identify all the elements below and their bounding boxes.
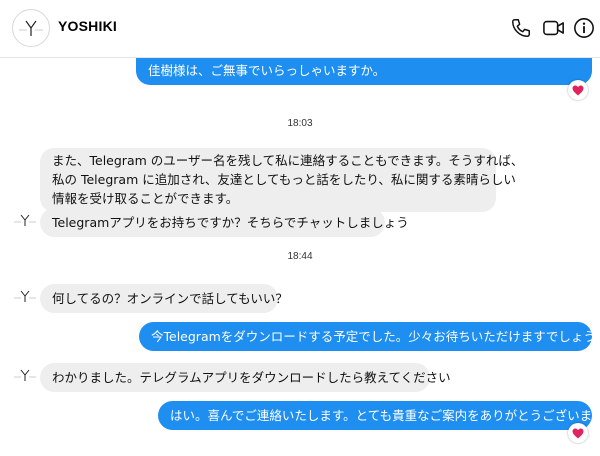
logo-icon [14, 290, 36, 302]
incoming-message[interactable]: 何してるの？オンラインで話してもいい？ [40, 284, 288, 313]
heart-icon [572, 85, 584, 95]
heart-reaction[interactable] [568, 423, 588, 443]
message-line: 情報を受け取ることができます。 [52, 191, 239, 206]
message-line: 私の Telegram に追加され、友達としてもっと話をしたり、私に関する素晴ら… [52, 172, 516, 187]
heart-reaction[interactable] [568, 80, 588, 100]
incoming-message[interactable]: また、Telegram のユーザー名を残して私に連絡することもできます。そうすれ… [40, 148, 524, 212]
outgoing-message[interactable]: はい。喜んでご連絡いたします。とても貴重なご案内をありがとうございます。 [158, 401, 600, 430]
chat-header: YOSHIKI [0, 0, 600, 58]
incoming-message[interactable]: Telegramアプリをお持ちですか？そちらでチャットしましょう [40, 208, 409, 237]
heart-icon [572, 428, 584, 438]
message-line: 佳樹様は、ご無事でいらっしゃいますか。 [148, 63, 386, 78]
timestamp: 18:44 [287, 251, 313, 262]
phone-icon[interactable] [510, 17, 534, 41]
video-call-icon[interactable] [542, 17, 566, 41]
timestamp: 18:03 [287, 118, 313, 129]
logo-icon [19, 20, 43, 36]
contact-name[interactable]: YOSHIKI [58, 18, 117, 34]
info-icon[interactable] [573, 17, 597, 41]
sender-avatar[interactable] [12, 364, 38, 386]
avatar[interactable] [12, 9, 50, 47]
logo-icon [14, 369, 36, 381]
sender-avatar[interactable] [12, 285, 38, 307]
incoming-message[interactable]: わかりました。テレグラムアプリをダウンロードしたら教えてください [40, 363, 451, 392]
message-line: また、Telegram のユーザー名を残して私に連絡することもできます。そうすれ… [52, 153, 524, 168]
logo-icon [14, 214, 36, 226]
sender-avatar[interactable] [12, 209, 38, 231]
outgoing-message[interactable]: 今Telegramをダウンロードする予定でした。少々お待ちいただけますでしょうか… [139, 322, 600, 351]
